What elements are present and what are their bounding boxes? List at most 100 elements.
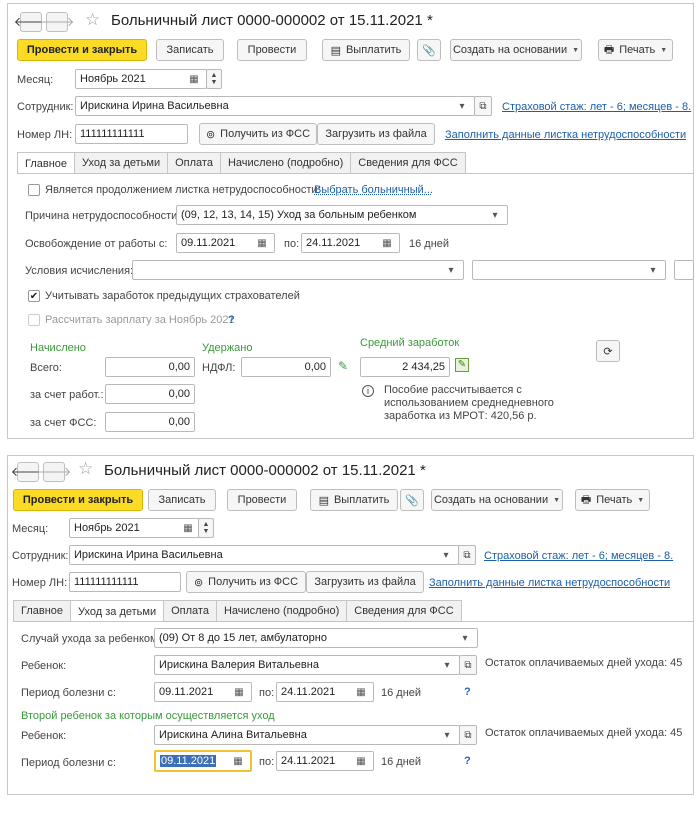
- prev-insurers-label: Учитывать заработок предыдущих страховат…: [45, 290, 300, 302]
- conditions-field-1[interactable]: ▾: [132, 260, 464, 280]
- post-and-close-button[interactable]: Провести и закрыть: [13, 489, 143, 511]
- dropdown-caret-icon[interactable]: ▾: [438, 550, 454, 561]
- attach-button[interactable]: 📎: [400, 489, 424, 511]
- prev-insurers-checkbox[interactable]: ✔: [28, 290, 40, 302]
- dropdown-caret-icon[interactable]: ▾: [645, 265, 661, 276]
- period-2-to-field[interactable]: 24.11.2021 ▦: [276, 751, 374, 771]
- month-stepper[interactable]: ▲ ▼: [198, 518, 214, 538]
- post-and-close-button[interactable]: Провести и закрыть: [17, 39, 147, 61]
- employee-label: Сотрудник:: [12, 550, 69, 562]
- calendar-icon[interactable]: ▦: [353, 756, 369, 767]
- print-button[interactable]: 🖶 Печать ▼: [575, 489, 650, 511]
- favorite-star-icon[interactable]: ☆: [85, 10, 100, 30]
- calendar-icon[interactable]: ▦: [180, 523, 196, 534]
- period-1-from-field[interactable]: 09.11.2021 ▦: [154, 682, 252, 702]
- choose-sick-leave-link[interactable]: Выбрать больничный...: [314, 184, 433, 196]
- conditions-field-3[interactable]: [674, 260, 694, 280]
- employee-open-button[interactable]: ⧉: [458, 545, 476, 565]
- dropdown-caret-icon[interactable]: ▾: [439, 730, 455, 741]
- help-icon[interactable]: ?: [228, 314, 235, 326]
- get-from-fss-button[interactable]: ⊚ Получить из ФСС: [186, 571, 306, 593]
- child-2-field[interactable]: Ирискина Алина Витальевна ▾: [154, 725, 460, 745]
- pay-button[interactable]: ▤ Выплатить: [310, 489, 398, 511]
- print-button[interactable]: 🖶 Печать ▼: [598, 39, 673, 61]
- calendar-icon[interactable]: ▦: [231, 687, 247, 698]
- month-label: Месяц:: [17, 74, 54, 86]
- load-from-file-button[interactable]: Загрузить из файла: [317, 123, 435, 145]
- create-based-button[interactable]: Создать на основании ▼: [431, 489, 563, 511]
- ln-number-label: Номер ЛН:: [17, 129, 73, 141]
- dropdown-caret-icon[interactable]: ▾: [443, 265, 459, 276]
- attach-button[interactable]: 📎: [417, 39, 441, 61]
- forward-button[interactable]: 🡒: [40, 12, 74, 32]
- employee-field[interactable]: Ирискина Ирина Васильевна ▾: [75, 96, 475, 116]
- dropdown-caret-icon[interactable]: ▾: [457, 633, 473, 644]
- conditions-field-2[interactable]: ▾: [472, 260, 666, 280]
- tab-child-care[interactable]: Уход за детьми: [74, 152, 169, 173]
- tab-fss-info[interactable]: Сведения для ФСС: [350, 152, 466, 173]
- help-icon[interactable]: ?: [464, 755, 471, 767]
- tab-main[interactable]: Главное: [17, 152, 76, 174]
- release-from-field[interactable]: 09.11.2021 ▦: [176, 233, 275, 253]
- child-1-open-button[interactable]: ⧉: [459, 655, 477, 675]
- ln-number-label: Номер ЛН:: [12, 577, 68, 589]
- pay-button[interactable]: ▤ Выплатить: [322, 39, 410, 61]
- fill-ln-data-link[interactable]: Заполнить данные листка нетрудоспособнос…: [429, 577, 670, 589]
- tab-accrued-detailed[interactable]: Начислено (подробно): [215, 600, 348, 621]
- calendar-icon[interactable]: ▦: [353, 687, 369, 698]
- edit-pencil-icon[interactable]: ✎: [338, 359, 348, 373]
- tab-payment[interactable]: Оплата: [167, 152, 221, 173]
- employee-field[interactable]: Ирискина Ирина Васильевна ▾: [69, 545, 459, 565]
- reason-field[interactable]: (09, 12, 13, 14, 15) Уход за больным реб…: [176, 205, 508, 225]
- save-button[interactable]: Записать: [148, 489, 216, 511]
- month-stepper[interactable]: ▲ ▼: [206, 69, 222, 89]
- ln-number-field[interactable]: 111111111111: [75, 124, 188, 144]
- month-field[interactable]: Ноябрь 2021 ▦: [69, 518, 201, 538]
- favorite-star-icon[interactable]: ☆: [78, 459, 93, 479]
- refresh-icon: ⟳: [603, 345, 613, 358]
- load-from-file-button[interactable]: Загрузить из файла: [306, 571, 424, 593]
- calendar-icon[interactable]: ▦: [379, 238, 395, 249]
- post-button[interactable]: Провести: [227, 489, 297, 511]
- insurance-experience-link[interactable]: Страховой стаж: лет - 6; месяцев - 8.: [502, 101, 691, 113]
- po-label: по:: [284, 238, 300, 250]
- dropdown-caret-icon[interactable]: ▾: [487, 210, 503, 221]
- tab-fss-info[interactable]: Сведения для ФСС: [346, 600, 462, 621]
- tab-main[interactable]: Главное: [13, 600, 72, 621]
- continuation-checkbox[interactable]: [28, 184, 40, 196]
- child-2-open-button[interactable]: ⧉: [459, 725, 477, 745]
- child-1-field[interactable]: Ирискина Валерия Витальевна ▾: [154, 655, 460, 675]
- save-button[interactable]: Записать: [156, 39, 224, 61]
- tab-accrued-detailed[interactable]: Начислено (подробно): [219, 152, 352, 173]
- fss-icon: ⊚: [205, 128, 216, 141]
- post-button[interactable]: Провести: [237, 39, 307, 61]
- dropdown-caret-icon: ▼: [660, 46, 668, 54]
- forward-button[interactable]: 🡒: [37, 462, 71, 482]
- refresh-button[interactable]: ⟳: [596, 340, 620, 362]
- create-based-button[interactable]: Создать на основании ▼: [450, 39, 582, 61]
- care-case-field[interactable]: (09) От 8 до 15 лет, амбулаторно ▾: [154, 628, 478, 648]
- period-1-to-field[interactable]: 24.11.2021 ▦: [276, 682, 374, 702]
- employee-open-button[interactable]: ⧉: [474, 96, 492, 116]
- fss-icon: ⊚: [193, 576, 204, 589]
- calendar-icon[interactable]: ▦: [230, 756, 246, 767]
- help-icon[interactable]: ?: [464, 686, 471, 698]
- period-2-from-field[interactable]: 09.11.2021 ▦: [154, 750, 252, 772]
- insurance-experience-link[interactable]: Страховой стаж: лет - 6; месяцев - 8.: [484, 550, 673, 562]
- calc-salary-checkbox[interactable]: [28, 314, 40, 326]
- dropdown-caret-icon[interactable]: ▾: [439, 660, 455, 671]
- days-count-2: 16 дней: [381, 756, 422, 768]
- calendar-icon[interactable]: ▦: [186, 74, 202, 85]
- dropdown-caret-icon[interactable]: ▾: [454, 101, 470, 112]
- month-field[interactable]: Ноябрь 2021 ▦: [75, 69, 207, 89]
- fss-label: за счет ФСС:: [30, 417, 97, 429]
- calendar-icon[interactable]: ▦: [254, 238, 270, 249]
- edit-avg-icon[interactable]: ✎: [455, 358, 469, 372]
- fill-ln-data-link[interactable]: Заполнить данные листка нетрудоспособнос…: [445, 129, 686, 141]
- get-from-fss-button[interactable]: ⊚ Получить из ФСС: [199, 123, 317, 145]
- child-1-label: Ребенок:: [21, 660, 67, 672]
- ln-number-field[interactable]: 111111111111: [69, 572, 181, 592]
- tab-payment[interactable]: Оплата: [163, 600, 217, 621]
- tab-child-care[interactable]: Уход за детьми: [70, 600, 165, 622]
- release-to-field[interactable]: 24.11.2021 ▦: [301, 233, 400, 253]
